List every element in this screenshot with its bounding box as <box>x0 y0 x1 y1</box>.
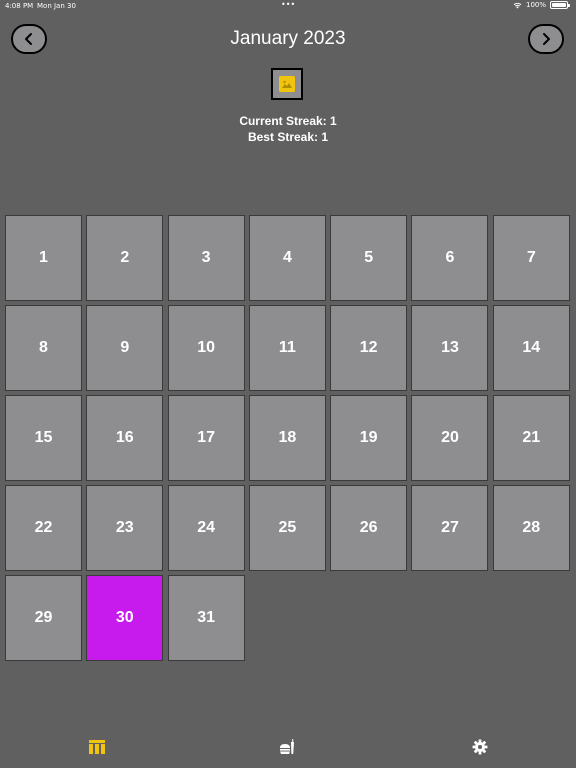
status-bar: 4:08 PM Mon Jan 30 ••• 100% <box>0 0 576 12</box>
calendar-grid: 1 2 3 4 5 6 7 8 9 10 11 12 13 14 15 16 17 18 19 20 21 22 23 24 2… <box>5 215 570 661</box>
current-streak: Current Streak: 1 <box>239 114 337 128</box>
day-cell-12[interactable]: 12 <box>330 305 408 391</box>
status-date: Mon Jan 30 <box>37 2 76 10</box>
battery-icon <box>550 1 570 9</box>
battery-percentage: 100% <box>525 1 546 9</box>
day-cell-27[interactable]: 27 <box>411 485 489 571</box>
day-cell-26[interactable]: 26 <box>330 485 408 571</box>
day-cell-21[interactable]: 21 <box>492 395 570 481</box>
day-cell-10[interactable]: 10 <box>167 305 245 391</box>
day-cell-2[interactable]: 2 <box>86 215 164 301</box>
month-title: January 2023 <box>230 28 346 49</box>
day-cell-15[interactable]: 15 <box>5 395 82 481</box>
day-cell-4[interactable]: 4 <box>248 215 326 301</box>
day-cell-30[interactable]: 30 <box>86 575 164 661</box>
day-cell-3[interactable]: 3 <box>167 215 245 301</box>
food-icon <box>280 739 294 754</box>
day-cell-9[interactable]: 9 <box>86 305 164 391</box>
status-time: 4:08 PM <box>5 2 34 10</box>
next-month-button[interactable] <box>528 24 564 54</box>
wifi-icon <box>513 2 522 8</box>
day-cell-14[interactable]: 14 <box>492 305 570 391</box>
status-indicators: 100% <box>513 1 570 9</box>
day-cell-7[interactable]: 7 <box>492 215 570 301</box>
day-cell-8[interactable]: 8 <box>5 305 82 391</box>
day-cell-16[interactable]: 16 <box>86 395 164 481</box>
day-cell-11[interactable]: 11 <box>248 305 326 391</box>
image-icon <box>279 76 295 92</box>
chevron-right-icon <box>543 33 550 45</box>
gear-icon <box>472 739 488 755</box>
day-cell-22[interactable]: 22 <box>5 485 82 571</box>
tab-calendar[interactable] <box>86 736 108 758</box>
day-cell-5[interactable]: 5 <box>330 215 408 301</box>
tab-food[interactable] <box>276 736 298 758</box>
day-cell-25[interactable]: 25 <box>248 485 326 571</box>
day-cell-17[interactable]: 17 <box>167 395 245 481</box>
calendar-icon <box>89 740 105 754</box>
day-cell-1[interactable]: 1 <box>5 215 82 301</box>
day-photo-thumbnail[interactable] <box>271 68 303 100</box>
day-cell-19[interactable]: 19 <box>330 395 408 481</box>
day-cell-18[interactable]: 18 <box>248 395 326 481</box>
day-cell-29[interactable]: 29 <box>5 575 82 661</box>
day-cell-20[interactable]: 20 <box>411 395 489 481</box>
day-cell-6[interactable]: 6 <box>411 215 489 301</box>
day-cell-31[interactable]: 31 <box>167 575 245 661</box>
day-cell-23[interactable]: 23 <box>86 485 164 571</box>
tab-settings[interactable] <box>469 736 491 758</box>
day-cell-24[interactable]: 24 <box>167 485 245 571</box>
day-cell-28[interactable]: 28 <box>492 485 570 571</box>
best-streak: Best Streak: 1 <box>247 130 329 144</box>
multitasking-dots[interactable]: ••• <box>281 0 295 9</box>
day-cell-13[interactable]: 13 <box>411 305 489 391</box>
tab-bar <box>0 726 576 768</box>
